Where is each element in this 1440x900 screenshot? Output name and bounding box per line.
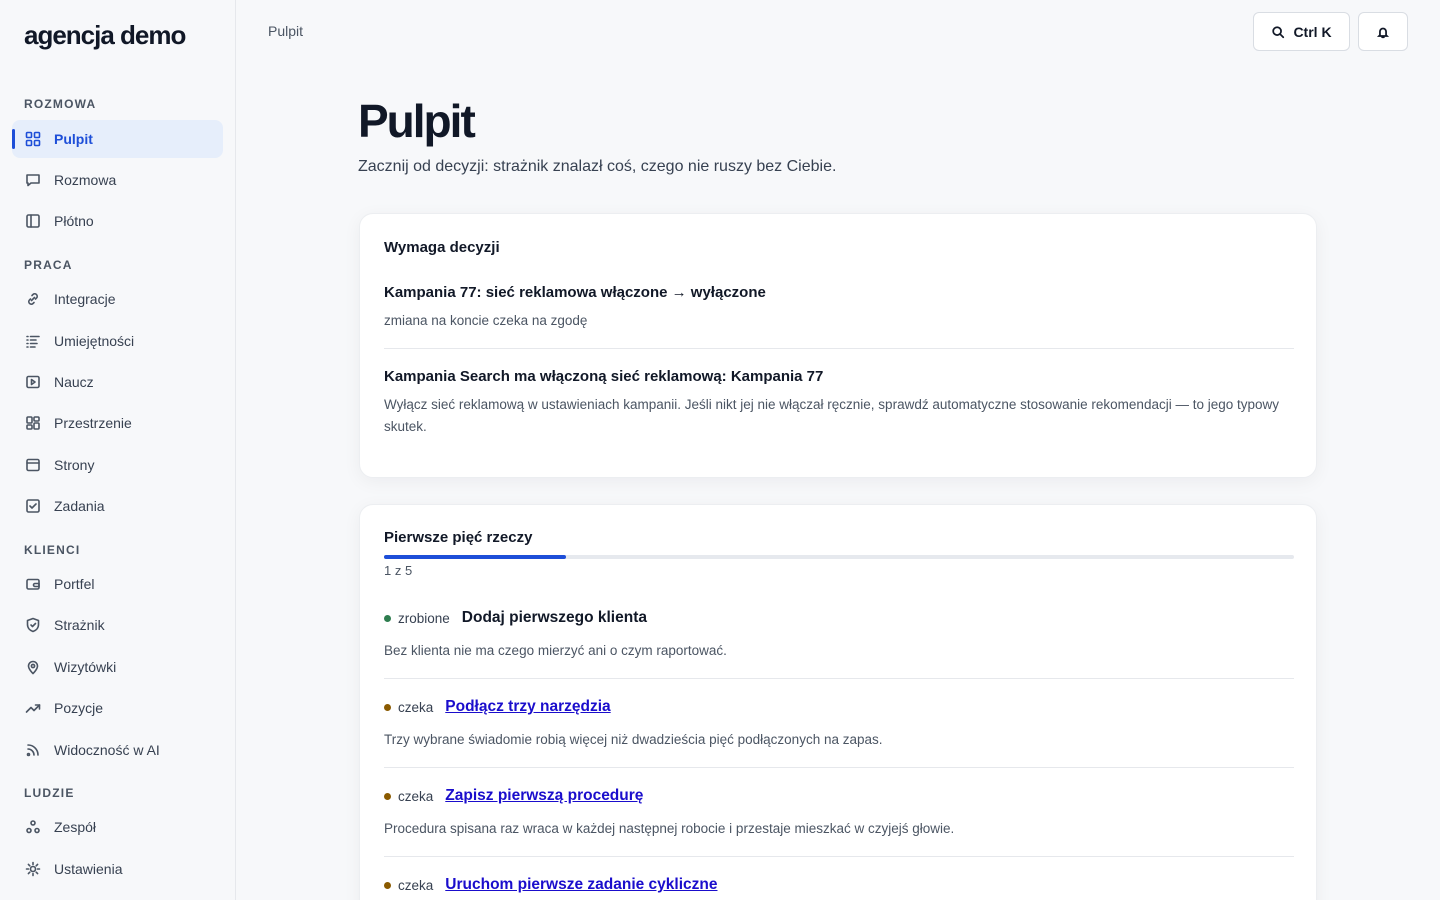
onboarding-step: czeka Podłącz trzy narzędzia bbox=[384, 698, 611, 716]
breadcrumb[interactable]: Pulpit bbox=[268, 23, 303, 39]
sidebar-item-pulpit[interactable]: Pulpit bbox=[12, 120, 223, 158]
step-desc: Bez klienta nie ma czego mierzyć ani o c… bbox=[384, 643, 727, 658]
sidebar-item-label: Pozycje bbox=[54, 700, 104, 716]
pin-icon bbox=[24, 658, 42, 676]
divider bbox=[384, 856, 1294, 857]
spaces-icon bbox=[24, 414, 42, 432]
shield-icon bbox=[24, 616, 42, 634]
sidebar-item-ustawienia[interactable]: Ustawienia bbox=[12, 850, 223, 888]
sidebar-item-integracje[interactable]: Integracje bbox=[12, 280, 223, 318]
decisions-card: Wymaga decyzji Kampania 77: sieć reklamo… bbox=[359, 213, 1317, 478]
sidebar-item-label: Strony bbox=[54, 457, 95, 473]
progress-fill bbox=[384, 555, 566, 559]
section-label-rozmowa: ROZMOWA bbox=[24, 97, 97, 111]
onboarding-card: Pierwsze pięć rzeczy 1 z 5 zrobione Doda… bbox=[359, 504, 1317, 900]
sidebar-item-label: Widoczność w AI bbox=[54, 742, 160, 758]
sidebar-item-wizytowki[interactable]: Wizytówki bbox=[12, 648, 223, 686]
onboarding-progress-bar bbox=[384, 555, 1294, 559]
step-desc: Trzy wybrane świadomie robią więcej niż … bbox=[384, 732, 883, 747]
section-label-klienci: KLIENCI bbox=[24, 543, 81, 557]
sidebar-item-label: Rozmowa bbox=[54, 172, 117, 188]
sidebar-item-label: Naucz bbox=[54, 374, 94, 390]
sidebar: agencja demo ROZMOWA Pulpit Rozmowa Płót… bbox=[0, 0, 236, 900]
sidebar-item-label: Portfel bbox=[54, 576, 95, 592]
step-desc: Procedura spisana raz wraca w każdej nas… bbox=[384, 821, 955, 836]
section-label-praca: PRACA bbox=[24, 258, 73, 272]
page-subtitle: Zacznij od decyzji: strażnik znalazł coś… bbox=[358, 158, 837, 175]
canvas-icon bbox=[24, 212, 42, 230]
sidebar-item-plotno[interactable]: Płótno bbox=[12, 202, 223, 240]
search-button[interactable]: Ctrl K bbox=[1253, 12, 1350, 51]
signal-icon bbox=[24, 741, 42, 759]
sidebar-item-label: Płótno bbox=[54, 213, 94, 229]
play-icon bbox=[24, 373, 42, 391]
link-icon bbox=[24, 290, 42, 308]
team-icon bbox=[24, 818, 42, 836]
settings-icon bbox=[24, 860, 42, 878]
sidebar-item-label: Przestrzenie bbox=[54, 415, 132, 431]
step-title: Dodaj pierwszego klienta bbox=[461, 609, 647, 626]
decision-desc: Wyłącz sieć reklamową w ustawieniach kam… bbox=[384, 397, 1280, 434]
sidebar-item-label: Pulpit bbox=[54, 131, 93, 147]
list-icon bbox=[24, 332, 42, 350]
sidebar-item-naucz[interactable]: Naucz bbox=[12, 363, 223, 401]
checkbox-icon bbox=[24, 497, 42, 515]
notifications-button[interactable] bbox=[1358, 12, 1408, 51]
wallet-icon bbox=[24, 575, 42, 593]
onboarding-step: zrobione Dodaj pierwszego klienta bbox=[384, 609, 647, 627]
grid-icon bbox=[24, 130, 42, 148]
sidebar-item-portfel[interactable]: Portfel bbox=[12, 565, 223, 603]
decision-desc: zmiana na koncie czeka na zgodę bbox=[384, 313, 588, 328]
divider bbox=[384, 348, 1294, 349]
sidebar-item-label: Ustawienia bbox=[54, 861, 123, 877]
bell-icon bbox=[1376, 27, 1390, 38]
divider bbox=[384, 767, 1294, 768]
onboarding-step: czeka Uruchom pierwsze zadanie cykliczne bbox=[384, 876, 718, 894]
decision-title[interactable]: Kampania Search ma włączoną sieć reklamo… bbox=[384, 368, 823, 385]
sidebar-item-widocznosc-ai[interactable]: Widoczność w AI bbox=[12, 731, 223, 769]
step-link-zadanie-cykliczne[interactable]: Uruchom pierwsze zadanie cykliczne bbox=[445, 876, 717, 894]
divider bbox=[384, 678, 1294, 679]
section-label-ludzie: LUDZIE bbox=[24, 786, 75, 800]
decision-title[interactable]: Kampania 77: sieć reklamowa włączone → w… bbox=[384, 284, 766, 301]
sidebar-item-zadania[interactable]: Zadania bbox=[12, 487, 223, 525]
step-status: czeka bbox=[398, 877, 434, 893]
browser-icon bbox=[24, 456, 42, 474]
onboarding-step: czeka Zapisz pierwszą procedurę bbox=[384, 787, 643, 805]
sidebar-item-label: Strażnik bbox=[54, 617, 105, 633]
sidebar-item-label: Zadania bbox=[54, 498, 105, 514]
step-link-podlacz-narzedzia[interactable]: Podłącz trzy narzędzia bbox=[445, 698, 610, 716]
sidebar-item-straznik[interactable]: Strażnik bbox=[12, 606, 223, 644]
status-dot bbox=[384, 614, 391, 622]
sidebar-item-label: Zespół bbox=[54, 819, 97, 835]
status-dot bbox=[384, 881, 391, 889]
step-status: zrobione bbox=[398, 610, 450, 626]
sidebar-item-umiejetnosci[interactable]: Umiejętności bbox=[12, 322, 223, 360]
sidebar-item-label: Umiejętności bbox=[54, 333, 135, 349]
sidebar-item-label: Integracje bbox=[54, 291, 116, 307]
brand-logo[interactable]: agencja demo bbox=[24, 20, 186, 51]
status-dot bbox=[384, 792, 391, 800]
onboarding-card-title: Pierwsze pięć rzeczy bbox=[384, 529, 533, 546]
sidebar-item-pozycje[interactable]: Pozycje bbox=[12, 689, 223, 727]
search-shortcut-label: Ctrl K bbox=[1293, 23, 1332, 40]
status-dot bbox=[384, 703, 391, 711]
sidebar-item-rozmowa[interactable]: Rozmowa bbox=[12, 161, 223, 199]
step-status: czeka bbox=[398, 788, 434, 804]
chat-icon bbox=[24, 171, 42, 189]
trend-icon bbox=[24, 699, 42, 717]
step-link-zapisz-procedure[interactable]: Zapisz pierwszą procedurę bbox=[445, 787, 643, 805]
step-status: czeka bbox=[398, 699, 434, 715]
page-title: Pulpit bbox=[358, 95, 476, 147]
sidebar-item-przestrzenie[interactable]: Przestrzenie bbox=[12, 404, 223, 442]
progress-label: 1 z 5 bbox=[384, 563, 413, 578]
search-icon bbox=[1272, 25, 1285, 38]
sidebar-item-strony[interactable]: Strony bbox=[12, 446, 223, 484]
sidebar-item-label: Wizytówki bbox=[54, 659, 117, 675]
decisions-card-title: Wymaga decyzji bbox=[384, 239, 500, 256]
sidebar-item-zespol[interactable]: Zespół bbox=[12, 808, 223, 846]
